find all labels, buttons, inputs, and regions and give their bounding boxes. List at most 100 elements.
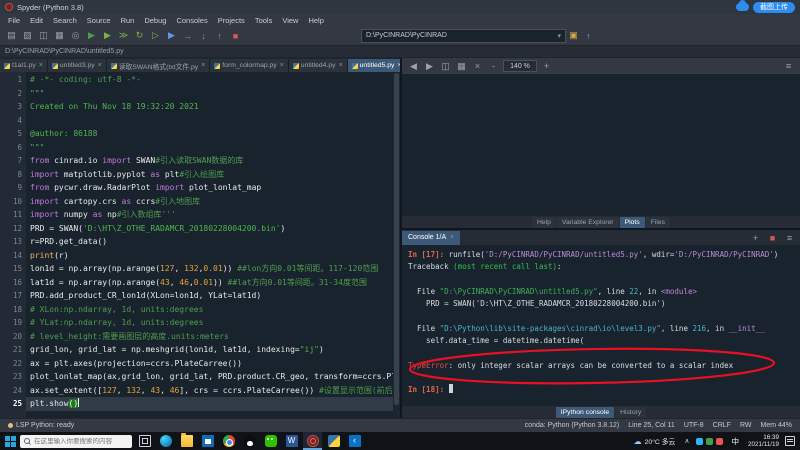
line-number[interactable]: 17 — [0, 289, 22, 303]
cloud-upload-icon[interactable] — [736, 3, 749, 11]
previous-plot-button[interactable]: ◀ — [406, 59, 421, 74]
line-number[interactable]: 21 — [0, 343, 22, 357]
line-number[interactable]: 12 — [0, 222, 22, 236]
editor-tab-3[interactable]: 读取SWAN格式(txt文件.py× — [107, 59, 211, 72]
editor-tab-4[interactable]: form_colormap.py× — [210, 59, 289, 72]
task-view-taskbar-button[interactable] — [135, 432, 154, 450]
line-number[interactable]: 24 — [0, 384, 22, 398]
edge-taskbar-button[interactable] — [156, 432, 175, 450]
close-tab-icon[interactable]: × — [280, 62, 284, 69]
line-number[interactable]: 9 — [0, 181, 22, 195]
remove-plot-button[interactable]: × — [470, 59, 485, 74]
taskbar-search[interactable] — [20, 435, 132, 448]
console-tab[interactable]: Console 1/A × — [402, 231, 460, 245]
python-taskbar-button[interactable] — [324, 432, 343, 450]
step-over-button[interactable]: → — [180, 28, 195, 43]
zoom-level-box[interactable]: 140 % — [503, 60, 537, 72]
next-plot-button[interactable]: ▶ — [422, 59, 437, 74]
tray-app-icon-1[interactable] — [696, 438, 703, 445]
find-button[interactable]: ◎ — [68, 28, 83, 43]
editor-tab-1[interactable]: t1al1.py× — [0, 59, 48, 72]
save-button[interactable]: ◫ — [36, 28, 51, 43]
save-plot-button[interactable]: ◫ — [438, 59, 453, 74]
step-out-button[interactable]: ↑ — [212, 28, 227, 43]
notification-center-icon[interactable] — [785, 436, 795, 446]
code-editor[interactable]: 1234567891011121314151617181920212223242… — [0, 72, 400, 418]
tray-expand-icon[interactable]: ∧ — [682, 437, 691, 445]
stop-button[interactable]: ■ — [228, 28, 243, 43]
step-into-button[interactable]: ↓ — [196, 28, 211, 43]
line-number[interactable]: 13 — [0, 235, 22, 249]
close-tab-icon[interactable]: × — [39, 62, 43, 69]
editor-tab-2[interactable]: untitled3.py× — [48, 59, 107, 72]
pane-tab-plots[interactable]: Plots — [620, 217, 645, 228]
line-number[interactable]: 22 — [0, 357, 22, 371]
console-options-icon[interactable]: ≡ — [782, 230, 797, 245]
close-tab-icon[interactable]: × — [201, 62, 205, 69]
search-input[interactable] — [34, 438, 128, 445]
chrome-taskbar-button[interactable] — [219, 432, 238, 450]
interrupt-kernel-button[interactable]: ■ — [765, 230, 780, 245]
editor-tab-6[interactable]: untitled5.py× — [348, 59, 400, 72]
weather-widget[interactable]: ☁ 20°C 多云 — [630, 436, 680, 446]
line-number[interactable]: 7 — [0, 154, 22, 168]
run-cell-button[interactable]: ▶ — [100, 28, 115, 43]
debug-button[interactable]: ▶ — [164, 28, 179, 43]
wechat-taskbar-button[interactable] — [261, 432, 280, 450]
line-number[interactable]: 8 — [0, 168, 22, 182]
menu-item-consoles[interactable]: Consoles — [171, 16, 212, 25]
line-number[interactable]: 15 — [0, 262, 22, 276]
line-number[interactable]: 10 — [0, 195, 22, 209]
line-number[interactable]: 18 — [0, 303, 22, 317]
scrollbar-handle[interactable] — [394, 73, 399, 405]
line-number[interactable]: 3 — [0, 100, 22, 114]
parent-directory-button[interactable]: ↑ — [581, 28, 596, 43]
menu-item-run[interactable]: Run — [116, 16, 140, 25]
console-bottom-tab-history[interactable]: History — [615, 407, 646, 418]
close-console-icon[interactable]: × — [450, 234, 454, 241]
line-number[interactable]: 20 — [0, 330, 22, 344]
interpreter-status[interactable]: conda: Python (Python 3.8.12) — [525, 422, 620, 429]
vscode-taskbar-button[interactable] — [345, 432, 364, 450]
run-button[interactable]: ▶ — [84, 28, 99, 43]
menu-item-edit[interactable]: Edit — [25, 16, 48, 25]
explorer-taskbar-button[interactable] — [177, 432, 196, 450]
menu-item-debug[interactable]: Debug — [139, 16, 171, 25]
menu-item-view[interactable]: View — [277, 16, 303, 25]
new-file-button[interactable]: ▤ — [4, 28, 19, 43]
tray-app-icon-2[interactable] — [706, 438, 713, 445]
line-number[interactable]: 25 — [0, 397, 22, 411]
line-number[interactable]: 1 — [0, 73, 22, 87]
line-number[interactable]: 16 — [0, 276, 22, 290]
open-file-button[interactable]: ▧ — [20, 28, 35, 43]
copy-plot-button[interactable]: ▦ — [454, 59, 469, 74]
editor-scrollbar[interactable] — [393, 72, 400, 418]
menu-item-search[interactable]: Search — [48, 16, 82, 25]
tray-app-icon-3[interactable] — [716, 438, 723, 445]
line-number[interactable]: 4 — [0, 114, 22, 128]
menu-item-file[interactable]: File — [3, 16, 25, 25]
line-number[interactable]: 11 — [0, 208, 22, 222]
run-cell-advance-button[interactable]: ≫ — [116, 28, 131, 43]
run-selection-button[interactable]: ▷ — [148, 28, 163, 43]
line-number[interactable]: 6 — [0, 141, 22, 155]
line-number[interactable]: 23 — [0, 370, 22, 384]
menu-item-projects[interactable]: Projects — [213, 16, 250, 25]
menu-item-source[interactable]: Source — [82, 16, 116, 25]
pane-tab-files[interactable]: Files — [646, 217, 670, 228]
browse-directory-button[interactable]: ▣ — [566, 28, 581, 43]
new-console-button[interactable]: + — [748, 230, 763, 245]
close-tab-icon[interactable]: × — [98, 62, 102, 69]
line-number[interactable]: 14 — [0, 249, 22, 263]
line-number[interactable]: 2 — [0, 87, 22, 101]
zoom-out-button[interactable]: - — [486, 59, 501, 74]
pane-options-icon[interactable]: ≡ — [781, 59, 796, 74]
working-directory-combo[interactable]: D:\PyCINRAD\PyCINRAD ▾ — [361, 29, 566, 43]
rerun-cell-button[interactable]: ↻ — [132, 28, 147, 43]
console-bottom-tab-ipython-console[interactable]: IPython console — [556, 407, 614, 418]
start-button[interactable] — [3, 434, 17, 448]
word-taskbar-button[interactable] — [282, 432, 301, 450]
taskbar-clock[interactable]: 16:39 2021/11/19 — [745, 434, 782, 448]
close-tab-icon[interactable]: × — [339, 62, 343, 69]
line-number[interactable]: 19 — [0, 316, 22, 330]
